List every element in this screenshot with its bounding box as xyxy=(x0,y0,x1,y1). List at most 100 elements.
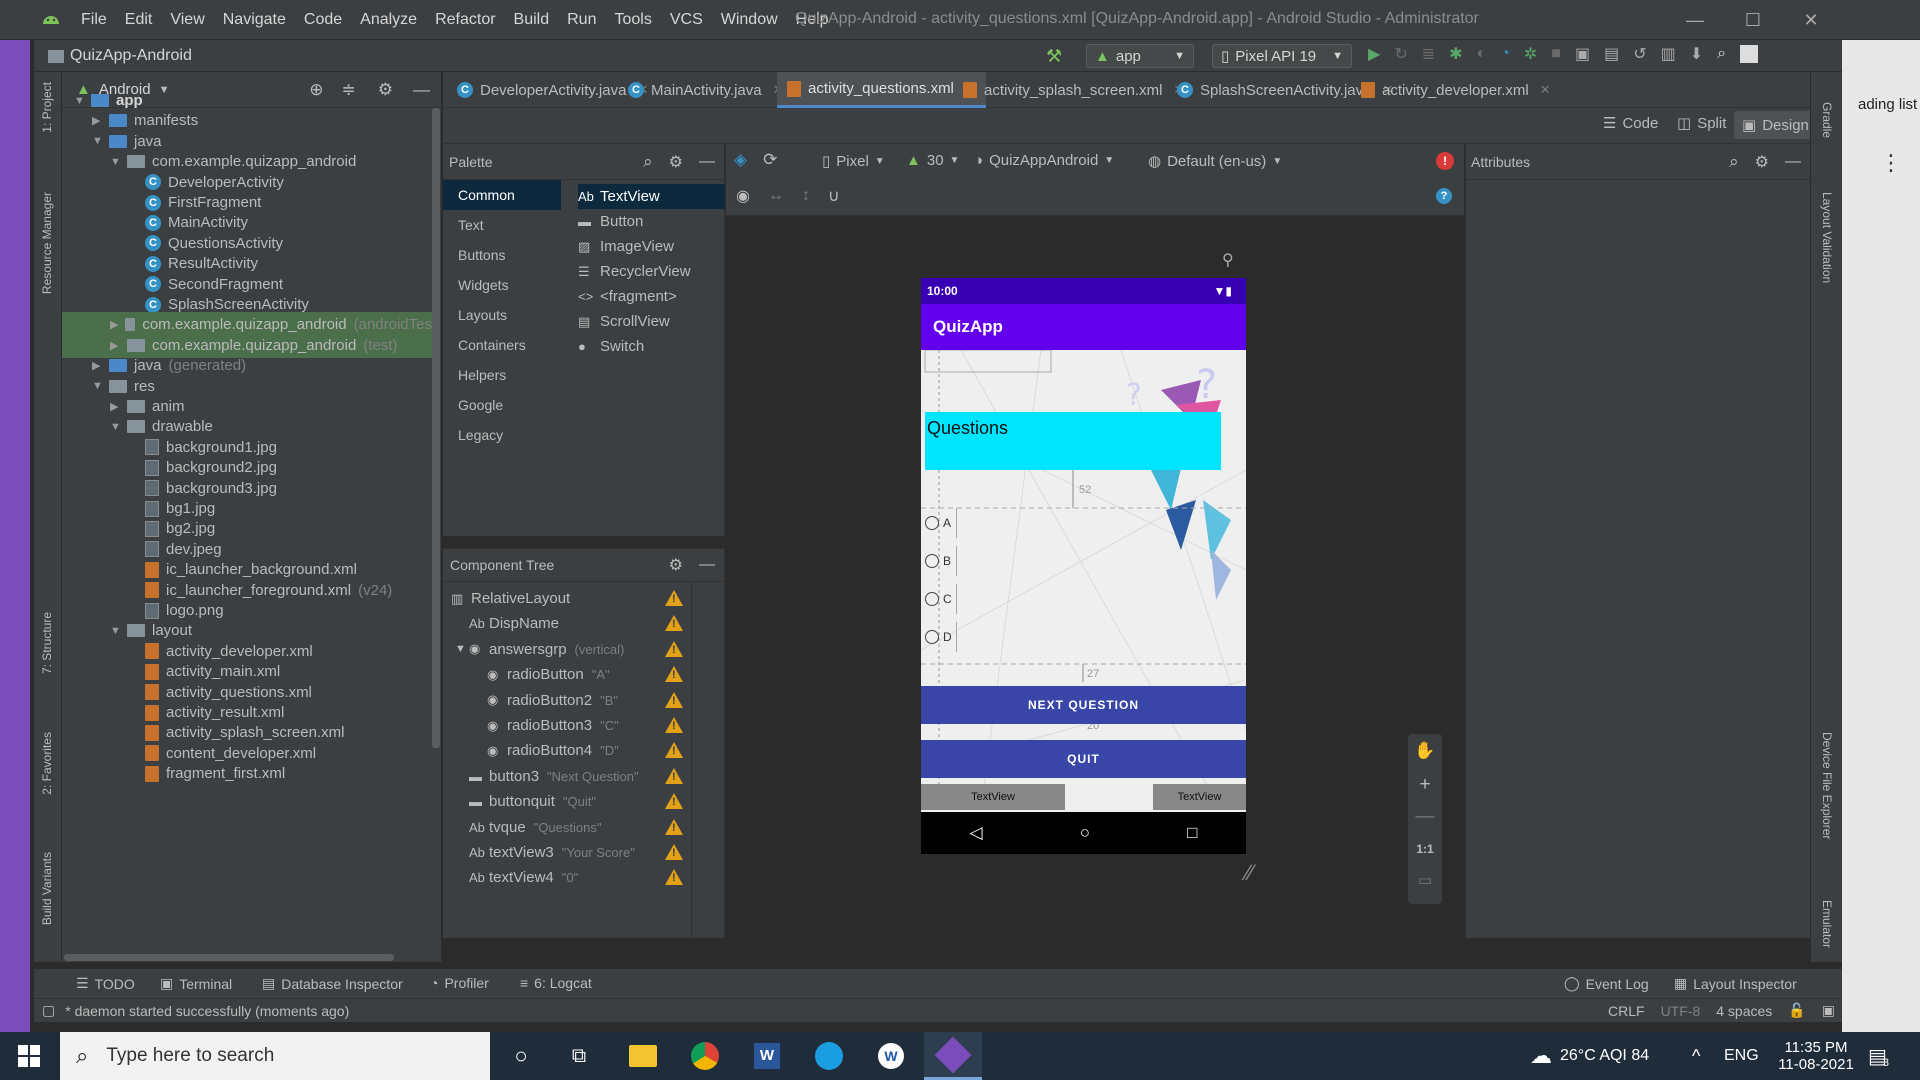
warning-icon[interactable] xyxy=(665,615,683,632)
file-encoding[interactable]: UTF-8 xyxy=(1661,1003,1701,1019)
component-tree-row[interactable]: ▬ button3 "Next Question" xyxy=(443,764,725,789)
zoom-out-icon[interactable]: — xyxy=(1408,802,1442,832)
file-explorer-icon[interactable] xyxy=(614,1032,672,1080)
tool-window-terminal[interactable]: ▣ Terminal xyxy=(160,975,232,992)
notifications-icon[interactable]: ▤ 3 xyxy=(1868,1032,1889,1080)
tool-window-todo[interactable]: ☰ TODO xyxy=(76,975,135,992)
run-icon[interactable]: ▶ xyxy=(1368,44,1380,64)
chrome-icon[interactable] xyxy=(676,1032,734,1080)
gear-icon[interactable]: ⚙ xyxy=(669,555,683,575)
recents-icon[interactable]: □ xyxy=(1187,823,1197,843)
chevron-down-icon[interactable]: ▼ xyxy=(110,156,121,168)
resource-manager-tab[interactable]: Resource Manager xyxy=(40,192,54,294)
pin-icon[interactable]: ⚲ xyxy=(1222,250,1234,270)
eye-icon[interactable]: ◉ xyxy=(736,186,750,206)
menu-item[interactable]: Refactor xyxy=(426,11,504,29)
tab-activity-splash-screen-xml[interactable]: activity_splash_screen.xml✕ xyxy=(953,72,1194,108)
line-separator[interactable]: CRLF xyxy=(1608,1003,1645,1019)
palette-category[interactable]: Google xyxy=(443,390,561,420)
hide-icon[interactable]: — xyxy=(1785,153,1801,171)
radio-option[interactable]: C xyxy=(925,584,957,614)
chevron-down-icon[interactable]: ▼ xyxy=(74,95,85,107)
palette-item[interactable]: ● Switch xyxy=(578,334,644,359)
component-tree-row[interactable]: Ab textView4 "0" xyxy=(443,865,725,890)
edge-icon[interactable] xyxy=(800,1032,858,1080)
weather[interactable]: ☁ 26°C AQI 84 xyxy=(1530,1032,1649,1080)
chevron-up-icon[interactable]: ^ xyxy=(1692,1032,1700,1080)
chevron-down-icon[interactable]: ▼ xyxy=(159,84,170,96)
gradle-tab[interactable]: Gradle xyxy=(1820,102,1834,138)
warning-icon[interactable] xyxy=(665,666,683,683)
android-studio-taskbar-icon[interactable] xyxy=(924,1032,982,1080)
search-icon[interactable]: ⌕ xyxy=(1729,152,1739,172)
expand-horizontal-icon[interactable]: ↔ xyxy=(768,187,784,205)
chevron-down-icon[interactable]: ▼ xyxy=(92,135,103,147)
theme-dropdown[interactable]: ◑ QuizAppAndroid ▼ xyxy=(974,152,1114,169)
warning-icon[interactable] xyxy=(665,742,683,759)
component-tree-row[interactable]: ◉ radioButton3 "C" xyxy=(443,713,725,738)
apply-code-changes-icon[interactable]: ≣ xyxy=(1422,44,1435,64)
home-icon[interactable]: ○ xyxy=(1080,823,1090,843)
component-tree-row[interactable]: ▼ ◉ answersgrp (vertical) xyxy=(443,637,725,662)
next-question-button[interactable]: NEXT QUESTION xyxy=(921,686,1246,724)
close-icon[interactable]: ✕ xyxy=(1540,82,1551,98)
orientation-icon[interactable]: ⟳ xyxy=(763,150,777,170)
radio-option[interactable]: A xyxy=(925,508,957,538)
horizontal-scrollbar[interactable] xyxy=(64,954,394,961)
zoom-actual-size[interactable]: 1:1 xyxy=(1408,832,1442,866)
menu-item[interactable]: VCS xyxy=(661,11,712,29)
app-icon[interactable]: W xyxy=(862,1032,920,1080)
device-dropdown[interactable]: ▯ Pixel ▼ xyxy=(822,152,885,171)
menu-item[interactable]: Build xyxy=(505,11,559,29)
design-view-button[interactable]: ▣ Design xyxy=(1734,111,1817,139)
palette-category[interactable]: Containers xyxy=(443,330,561,360)
chevron-down-icon[interactable]: ▼ xyxy=(110,625,121,637)
project-structure-icon[interactable]: ▣ xyxy=(1575,44,1590,64)
memory-icon[interactable]: ▣ xyxy=(1822,1002,1835,1019)
layout-validation-tab[interactable]: Layout Validation xyxy=(1820,192,1834,283)
quit-button[interactable]: QUIT xyxy=(921,740,1246,778)
chevron-down-icon[interactable]: ▼ xyxy=(110,421,121,433)
tree-item[interactable]: fragment_first.xml xyxy=(128,761,285,786)
language-indicator[interactable]: ENG xyxy=(1724,1032,1759,1080)
tab-mainactivity-java[interactable]: CMainActivity.java✕ xyxy=(618,72,794,108)
menu-item[interactable]: Analyze xyxy=(351,11,426,29)
structure-tab[interactable]: 7: Structure xyxy=(40,612,54,674)
resize-handle-icon[interactable]: ⁄⁄ xyxy=(1246,860,1253,886)
status-icon[interactable]: ▢ xyxy=(42,1002,55,1019)
chevron-down-icon[interactable]: ▼ xyxy=(455,643,469,655)
gear-icon[interactable]: ⚙ xyxy=(1755,152,1769,172)
question-textview[interactable]: Questions xyxy=(925,412,1221,470)
windows-start-icon[interactable] xyxy=(0,1032,58,1080)
component-tree-row[interactable]: Ab tvque "Questions" xyxy=(443,815,725,840)
hide-icon[interactable]: — xyxy=(413,80,430,100)
maximize-icon[interactable]: ☐ xyxy=(1724,0,1782,40)
tool-window-database-inspector[interactable]: ▤ Database Inspector xyxy=(262,975,403,992)
gear-icon[interactable]: ⚙ xyxy=(378,80,393,100)
component-tree-row[interactable]: ◉ radioButton2 "B" xyxy=(443,688,725,713)
task-view-icon[interactable]: ⧉ xyxy=(550,1032,608,1080)
chevron-down-icon[interactable]: ▼ xyxy=(92,380,103,392)
warning-icon[interactable] xyxy=(665,869,683,886)
error-icon[interactable]: ! xyxy=(1436,152,1454,170)
chevron-right-icon[interactable]: ▶ xyxy=(110,318,118,331)
device-manager-icon[interactable]: ▥ xyxy=(1661,44,1676,64)
sdk-manager-icon[interactable]: ⬇ xyxy=(1690,44,1703,64)
score-value-textview[interactable]: TextView xyxy=(1153,784,1246,810)
scrollbar[interactable] xyxy=(432,108,440,748)
debug-icon[interactable]: ✱ xyxy=(1449,44,1462,64)
locale-dropdown[interactable]: ◍ Default (en-us) ▼ xyxy=(1148,152,1282,171)
chevron-right-icon[interactable]: ▶ xyxy=(92,359,102,372)
zoom-fit-icon[interactable]: ▭ xyxy=(1408,866,1442,896)
palette-item[interactable]: ☰ RecyclerView xyxy=(578,259,691,284)
device-select[interactable]: ▯ Pixel API 19 ▼ xyxy=(1212,44,1352,68)
warning-icon[interactable] xyxy=(665,818,683,835)
palette-item[interactable]: ▨ ImageView xyxy=(578,234,674,259)
menu-item[interactable]: Edit xyxy=(116,11,162,29)
emulator-tab[interactable]: Emulator xyxy=(1820,900,1834,948)
magnet-icon[interactable]: ∪ xyxy=(828,186,840,206)
tab-activity-developer-xml[interactable]: activity_developer.xml ✕ xyxy=(1351,72,1561,108)
tool-window-layout-inspector[interactable]: ▦ Layout Inspector xyxy=(1674,975,1797,992)
palette-category[interactable]: Common xyxy=(443,180,561,210)
warning-icon[interactable] xyxy=(665,767,683,784)
